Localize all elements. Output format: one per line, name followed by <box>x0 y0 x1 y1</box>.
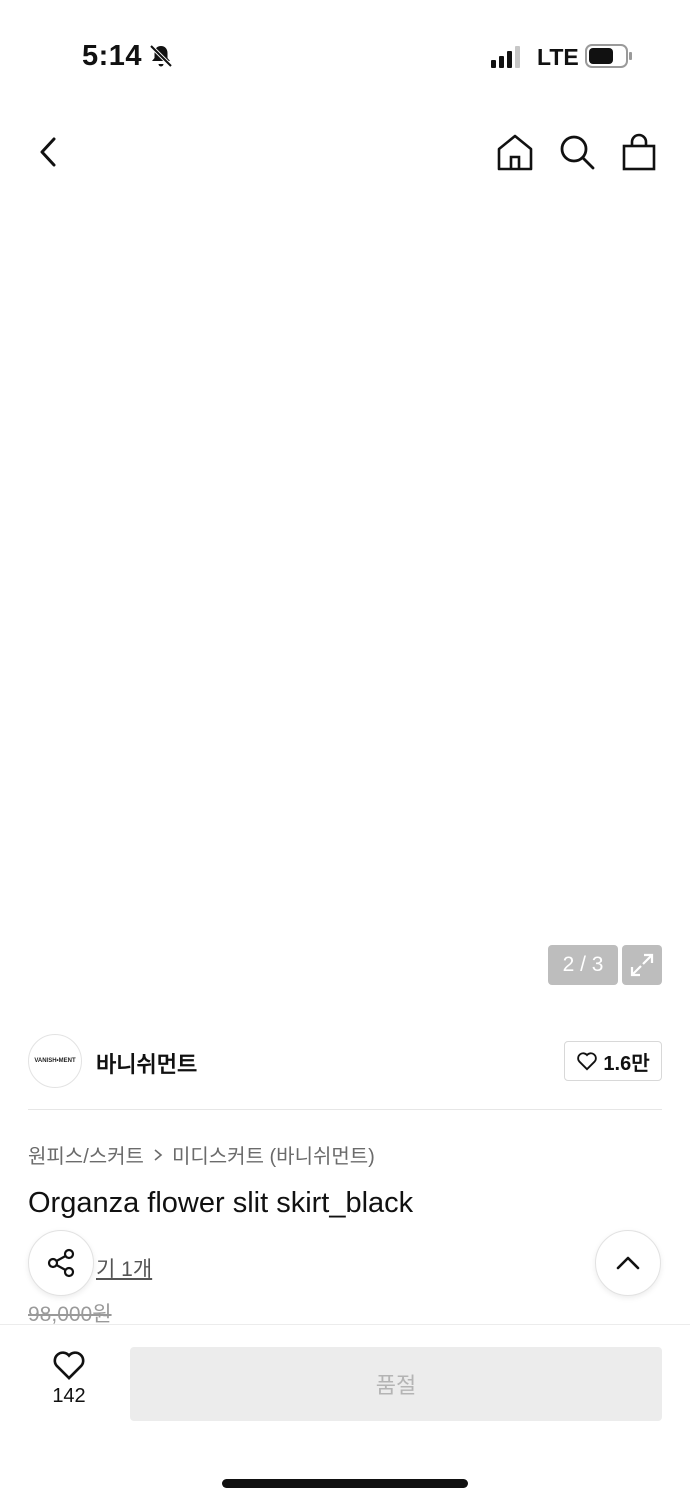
brand-like-count: 1.6만 <box>603 1052 650 1075</box>
chevron-right-icon <box>154 1148 163 1161</box>
brand-row[interactable]: VANISH•MENT 바니쉬먼트 1.6만 <box>28 1034 662 1090</box>
divider <box>28 1109 662 1110</box>
bottom-action-bar: 142 품절 <box>0 1324 690 1500</box>
network-type: LTE <box>537 44 579 70</box>
image-pager: 2 / 3 <box>548 945 618 985</box>
search-icon <box>560 135 595 170</box>
status-time: 5:14 <box>82 40 143 72</box>
share-icon <box>47 1248 75 1278</box>
expand-icon <box>630 953 654 977</box>
breadcrumb: 원피스/스커트 미디스커트 (바니쉬먼트) <box>28 1140 375 1169</box>
brand-like-button[interactable]: 1.6만 <box>564 1041 662 1081</box>
home-icon <box>497 134 533 171</box>
battery-icon <box>585 44 632 68</box>
wishlist-button[interactable]: 142 <box>40 1349 98 1419</box>
brand-logo-text: VANISH•MENT <box>34 1058 76 1064</box>
review-link[interactable]: 기 1개 <box>96 1253 152 1283</box>
soldout-button[interactable]: 품절 <box>130 1347 662 1421</box>
top-navigation <box>0 100 690 200</box>
product-image <box>186 402 508 798</box>
chevron-left-icon <box>40 137 56 167</box>
cart-button[interactable] <box>618 130 660 174</box>
product-title: Organza flower slit skirt_black <box>28 1187 414 1219</box>
breadcrumb-subcategory[interactable]: 미디스커트 (바니쉬먼트) <box>172 1140 375 1169</box>
expand-image-button[interactable] <box>622 945 662 985</box>
heart-icon <box>53 1351 85 1380</box>
share-button[interactable] <box>28 1230 94 1296</box>
brand-name[interactable]: 바니쉬먼트 <box>96 1047 197 1079</box>
home-button[interactable] <box>494 130 536 174</box>
back-button[interactable] <box>28 130 68 174</box>
brand-logo[interactable]: VANISH•MENT <box>28 1034 82 1088</box>
signal-icon <box>491 46 520 68</box>
product-image-gallery[interactable] <box>0 100 690 1013</box>
chevron-up-icon <box>616 1256 640 1270</box>
home-indicator <box>222 1479 468 1488</box>
wishlist-count: 142 <box>52 1385 86 1407</box>
status-bar: 5:14 LTE <box>0 0 690 100</box>
bell-off-icon <box>149 44 173 68</box>
shopping-bag-icon <box>622 133 656 171</box>
scroll-top-button[interactable] <box>595 1230 661 1296</box>
breadcrumb-category[interactable]: 원피스/스커트 <box>28 1140 144 1169</box>
search-button[interactable] <box>556 130 598 174</box>
heart-icon <box>577 1052 598 1071</box>
